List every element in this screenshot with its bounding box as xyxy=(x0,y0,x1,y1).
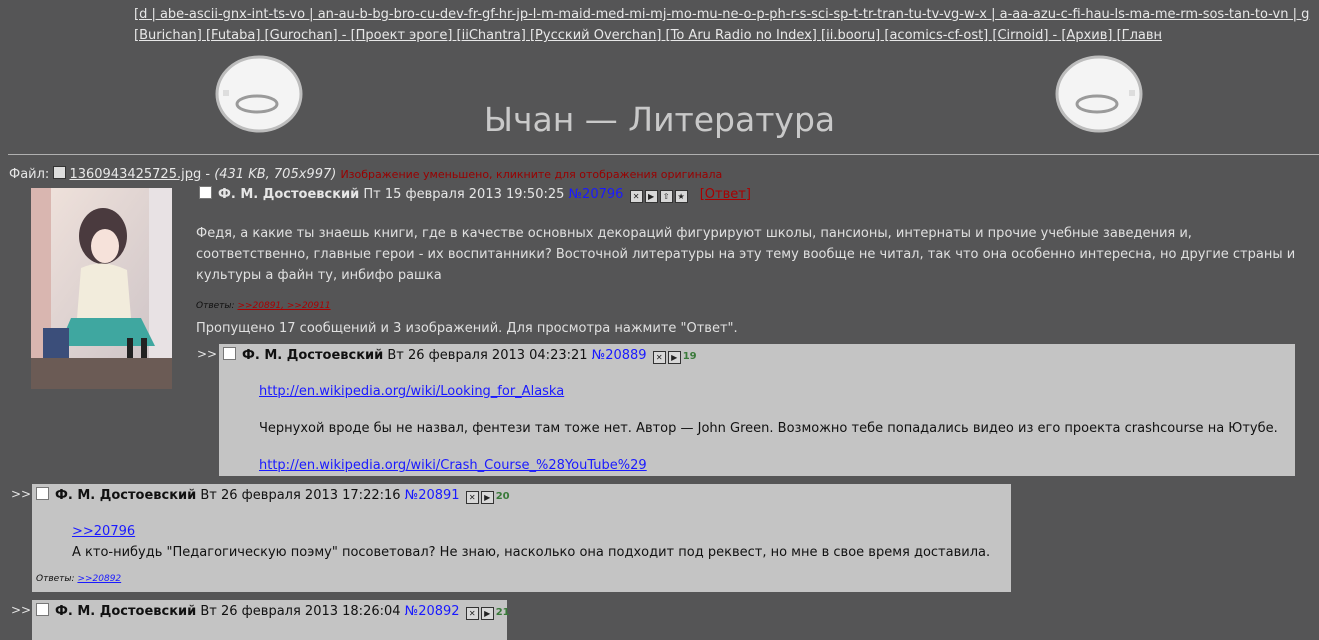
reply-post: Ф. М. Достоевский Вт 26 февраля 2013 17:… xyxy=(32,484,1011,592)
post-select-checkbox[interactable] xyxy=(36,603,49,616)
post-select-checkbox[interactable] xyxy=(36,487,49,500)
op-message: Федя, а какие ты знаешь книги, где в кач… xyxy=(196,226,1296,283)
post-number[interactable]: №20891 xyxy=(405,488,460,503)
post-date: Вт 26 февраля 2013 17:22:16 xyxy=(200,488,401,503)
post-select-checkbox[interactable] xyxy=(223,347,236,360)
op-author: Ф. М. Достоевский xyxy=(218,187,360,202)
header-divider xyxy=(8,154,1319,155)
reply-post: Ф. М. Достоевский Вт 26 февраля 2013 04:… xyxy=(219,344,1295,476)
board-title: Ычан — Литература xyxy=(483,100,836,139)
play-post-icon[interactable]: ▶ xyxy=(480,491,494,504)
op-post-header: Ф. М. Достоевский Пт 15 февраля 2013 19:… xyxy=(199,186,751,203)
file-image-icon xyxy=(53,166,67,179)
reply-arrows: >> xyxy=(197,347,218,361)
post-counter: 21 xyxy=(495,607,510,618)
op-date: Пт 15 февраля 2013 19:50:25 xyxy=(363,187,565,202)
post-author: Ф. М. Достоевский xyxy=(55,488,197,503)
post-date: Вт 26 февраля 2013 18:26:04 xyxy=(200,604,401,619)
post-message: А кто-нибудь "Педагогическую поэму" посо… xyxy=(72,545,991,560)
hide-post-icon[interactable]: ✕ xyxy=(465,607,479,620)
post-link[interactable]: http://en.wikipedia.org/wiki/Crash_Cours… xyxy=(259,458,647,473)
board-nav-line-2[interactable]: [Burichan] [Futaba] [Gurochan] - [Проект… xyxy=(134,26,1319,45)
quick-reply-icon[interactable]: ⇧ xyxy=(659,190,673,203)
op-thumbnail-image[interactable] xyxy=(31,188,172,389)
play-post-icon[interactable]: ▶ xyxy=(667,351,681,364)
post-date: Вт 26 февраля 2013 04:23:21 xyxy=(387,348,588,363)
expand-thread-icon[interactable]: ▶ xyxy=(644,190,658,203)
post-message: Чернухой вроде бы не назвал, фентези там… xyxy=(259,421,1278,436)
hide-post-icon[interactable]: ✕ xyxy=(652,351,666,364)
hide-thread-icon[interactable]: ✕ xyxy=(629,190,643,203)
op-reply-link[interactable]: [Ответ] xyxy=(700,187,751,202)
reply-post: Ф. М. Достоевский Вт 26 февраля 2013 18:… xyxy=(32,600,510,640)
post-number[interactable]: №20892 xyxy=(405,604,460,619)
reply-arrows: >> xyxy=(11,603,32,617)
post-author: Ф. М. Достоевский xyxy=(55,604,197,619)
op-file-link[interactable]: 1360943425725.jpg xyxy=(69,167,201,182)
op-file-info: Файл: 1360943425725.jpg - (431 KB, 705x9… xyxy=(9,166,723,182)
op-backlinks: Ответы: >>20891, >>20911 xyxy=(196,301,331,311)
post-backlinks: Ответы: >>20892 xyxy=(36,574,122,584)
post-link[interactable]: http://en.wikipedia.org/wiki/Looking_for… xyxy=(259,384,564,399)
favorite-star-icon[interactable]: ★ xyxy=(674,190,688,203)
op-select-checkbox[interactable] xyxy=(199,186,212,199)
op-file-meta: (431 KB, 705x997) xyxy=(214,167,337,182)
post-backlink[interactable]: >>20892 xyxy=(77,574,121,584)
reply-arrows: >> xyxy=(11,487,32,501)
post-counter: 19 xyxy=(682,351,697,362)
hide-post-icon[interactable]: ✕ xyxy=(465,491,479,504)
file-label: Файл: xyxy=(9,167,50,182)
op-backlink[interactable]: >>20891, >>20911 xyxy=(237,301,330,311)
op-post-number[interactable]: №20796 xyxy=(569,187,624,202)
board-nav-line-1[interactable]: [d | abe-ascii-gnx-int-ts-vo | an-au-b-b… xyxy=(134,5,1319,24)
play-post-icon[interactable]: ▶ xyxy=(480,607,494,620)
post-counter: 20 xyxy=(495,491,510,502)
omitted-posts-notice: Пропущено 17 сообщений и 3 изображений. … xyxy=(196,321,738,336)
post-author: Ф. М. Достоевский xyxy=(242,348,384,363)
post-quote-link[interactable]: >>20796 xyxy=(72,524,135,539)
post-number[interactable]: №20889 xyxy=(592,348,647,363)
op-file-warning: Изображение уменьшено, кликните для отоб… xyxy=(340,168,723,181)
